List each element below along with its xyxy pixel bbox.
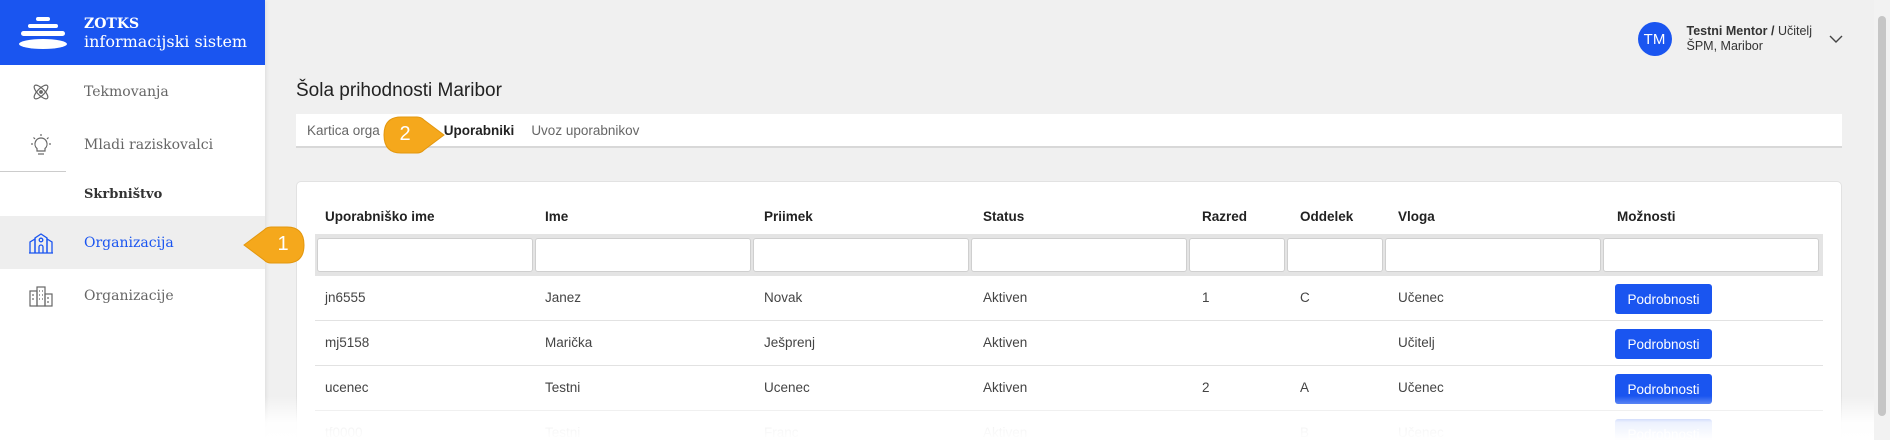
sidebar: ZOTKS informacijski sistem Tekmovanja Ml… <box>0 0 265 440</box>
cell-last-name: Ješprenj <box>764 335 816 350</box>
avatar: TM <box>1637 22 1672 56</box>
details-button[interactable]: Podrobnosti <box>1615 419 1712 440</box>
filter-first-name-input[interactable] <box>535 238 751 272</box>
callout-marker-1: 1 <box>242 225 306 265</box>
column-header-class[interactable]: Oddelek <box>1300 209 1353 224</box>
brand-title: ZOTKS <box>84 15 140 32</box>
cell-class: B <box>1300 425 1310 440</box>
atom-icon <box>28 79 54 105</box>
user-separator: / <box>1767 24 1778 38</box>
filter-last-name-input[interactable] <box>753 238 969 272</box>
details-button[interactable]: Podrobnosti <box>1615 374 1712 404</box>
table-row: jn6555 Janez Novak Aktiven 1 C Učenec Po… <box>315 276 1823 321</box>
users-table-card: Uporabniško ime Ime Priimek Status Razre… <box>296 181 1842 440</box>
cell-first-name: Testni <box>545 380 581 395</box>
cell-role: Učenec <box>1398 380 1444 395</box>
scrollbar-thumb[interactable] <box>1878 16 1886 416</box>
tab-kartica-organizacije[interactable]: Kartica orga <box>307 123 380 138</box>
user-org: ŠPM, Maribor <box>1686 39 1763 53</box>
sidebar-item-mladi-raziskovalci[interactable]: Mladi raziskovalci <box>0 118 265 171</box>
tab-uporabniki[interactable]: Uporabniki <box>444 123 515 138</box>
filter-status-input[interactable] <box>971 238 1187 272</box>
column-header-status[interactable]: Status <box>983 209 1024 224</box>
details-button[interactable]: Podrobnosti <box>1615 284 1712 314</box>
sidebar-divider <box>0 171 66 172</box>
column-header-options: Možnosti <box>1617 209 1676 224</box>
table-row: ucenec Testni Ucenec Aktiven 2 A Učenec … <box>315 366 1823 411</box>
table-row: mj5158 Marička Ješprenj Aktiven Učitelj … <box>315 321 1823 366</box>
user-role: Učitelj <box>1777 24 1812 38</box>
cell-last-name: Novak <box>764 290 803 305</box>
buildings-icon <box>28 283 54 309</box>
callout-marker-2: 2 <box>382 115 446 155</box>
sidebar-item-tekmovanja[interactable]: Tekmovanja <box>0 65 265 118</box>
sidebar-item-label: Organizacija <box>84 234 174 251</box>
table-row: tf0000 Testni Franc Aktiven B Učenec Pod… <box>315 411 1823 440</box>
sidebar-section-title: Skrbništvo <box>84 186 163 202</box>
sidebar-item-organizacije[interactable]: Organizacije <box>0 269 265 322</box>
cell-role: Učitelj <box>1398 335 1435 350</box>
cell-grade: 1 <box>1202 290 1210 305</box>
tab-bar: Kartica orga Uporabniki Uvoz uporabnikov <box>296 114 1842 148</box>
cell-username: mj5158 <box>325 335 370 350</box>
sidebar-item-label: Organizacije <box>84 287 174 304</box>
page-scrollbar[interactable] <box>1874 0 1890 440</box>
cell-class: A <box>1300 380 1310 395</box>
cell-role: Učenec <box>1398 290 1444 305</box>
cell-role: Učenec <box>1398 425 1444 440</box>
column-header-username[interactable]: Uporabniško ime <box>325 209 435 224</box>
page-title: Šola prihodnosti Maribor <box>296 80 502 101</box>
filter-options-input[interactable] <box>1603 238 1819 272</box>
cell-username: jn6555 <box>325 290 366 305</box>
filter-username-input[interactable] <box>317 238 533 272</box>
brand-header[interactable]: ZOTKS informacijski sistem <box>0 0 265 65</box>
column-header-role[interactable]: Vloga <box>1398 209 1435 224</box>
cell-status: Aktiven <box>983 335 1028 350</box>
cell-status: Aktiven <box>983 380 1028 395</box>
cell-status: Aktiven <box>983 290 1028 305</box>
school-icon <box>28 230 54 256</box>
sidebar-item-label: Mladi raziskovalci <box>84 136 214 153</box>
sidebar-item-organizacija[interactable]: Organizacija <box>0 216 265 269</box>
filter-class-input[interactable] <box>1287 238 1383 272</box>
cell-grade: 2 <box>1202 380 1210 395</box>
chevron-down-icon[interactable] <box>1828 31 1844 47</box>
brand-subtitle: informacijski sistem <box>84 31 248 51</box>
filter-role-input[interactable] <box>1385 238 1601 272</box>
lightbulb-icon <box>28 132 54 158</box>
zotks-logo-icon <box>19 16 67 49</box>
cell-last-name: Ucenec <box>764 380 810 395</box>
cell-first-name: Janez <box>545 290 582 305</box>
tab-uvoz-uporabnikov[interactable]: Uvoz uporabnikov <box>531 123 639 138</box>
cell-first-name: Testni <box>545 425 581 440</box>
cell-class: C <box>1300 290 1310 305</box>
user-menu[interactable]: TM Testni Mentor / Učitelj ŠPM, Maribor <box>1637 22 1845 56</box>
callout-number: 2 <box>399 123 411 145</box>
filter-grade-input[interactable] <box>1189 238 1285 272</box>
cell-last-name: Franc <box>764 425 799 440</box>
cell-status: Aktiven <box>983 425 1028 440</box>
column-header-grade[interactable]: Razred <box>1202 209 1247 224</box>
cell-first-name: Marička <box>545 335 593 350</box>
column-header-last-name[interactable]: Priimek <box>764 209 813 224</box>
details-button[interactable]: Podrobnosti <box>1615 329 1712 359</box>
cell-username: ucenec <box>325 380 369 395</box>
sidebar-item-label: Tekmovanja <box>84 83 169 100</box>
user-name: Testni Mentor <box>1686 24 1768 38</box>
cell-username: tf0000 <box>325 425 363 440</box>
callout-number: 1 <box>277 233 289 255</box>
filter-row <box>315 234 1823 276</box>
column-header-first-name[interactable]: Ime <box>545 209 568 224</box>
